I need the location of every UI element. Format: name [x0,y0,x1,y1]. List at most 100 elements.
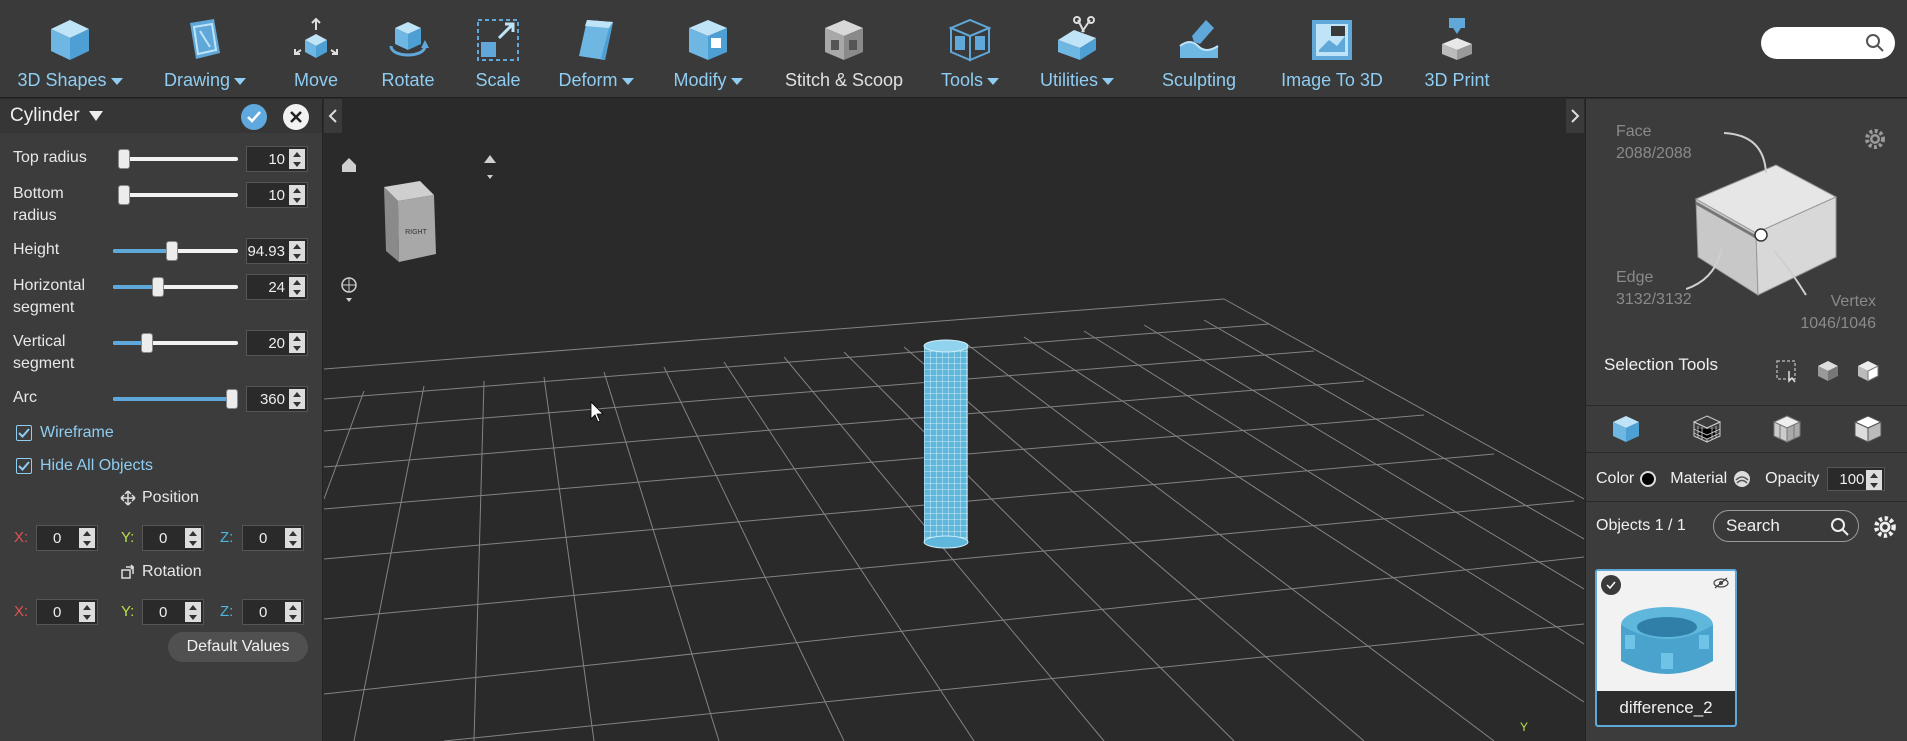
stepper-icon[interactable] [289,241,305,261]
rotation-y-input[interactable]: 0 [142,599,204,625]
position-z-input[interactable]: 0 [242,525,304,551]
slider-handle[interactable] [118,149,130,169]
xray-mode-icon[interactable] [1853,414,1883,444]
param-label: Horizontal segment [13,277,86,316]
stepper-icon[interactable] [79,528,95,548]
stepper-icon[interactable] [285,528,301,548]
bottom-radius-input[interactable]: 10 [246,182,308,208]
toolbar-sculpting-label: Sculpting [1161,70,1237,90]
vertical-segment-slider[interactable] [113,333,238,353]
height-input[interactable]: 94.93 [246,238,308,264]
position-x-input[interactable]: 0 [36,525,98,551]
horizontal-segment-slider[interactable] [113,277,238,297]
grid-canvas[interactable]: RIGHT Y [324,99,1584,741]
search-icon[interactable] [1830,517,1850,537]
home-icon[interactable] [342,158,356,172]
view-cube[interactable]: RIGHT [384,181,436,262]
stepper-icon[interactable] [289,149,305,169]
toolbar-stitch-scoop[interactable]: Stitch & Scoop [766,0,922,97]
search-icon[interactable] [1865,33,1885,53]
stepper-icon[interactable] [1866,470,1883,490]
toolbar-scale[interactable]: Scale [454,0,542,97]
rotation-z-input[interactable]: 0 [242,599,304,625]
hide-all-objects-checkbox[interactable]: Hide All Objects [16,457,153,475]
slider-handle[interactable] [166,241,178,261]
top-radius-slider[interactable] [118,149,238,169]
toolbar-modify[interactable]: Modify [650,0,766,97]
checkbox-icon[interactable] [16,458,32,474]
object-card[interactable]: difference_2 [1595,569,1737,727]
stepper-icon[interactable] [289,333,305,353]
height-slider[interactable] [113,241,238,261]
default-values-button[interactable]: Default Values [168,632,308,662]
toolbar-image-to-3d[interactable]: Image To 3D [1262,0,1402,97]
opacity-input[interactable]: 100 [1827,467,1886,491]
stepper-icon[interactable] [289,185,305,205]
object-select-icon[interactable] [1816,359,1840,383]
position-x-value: 0 [53,529,62,547]
arc-slider[interactable] [113,389,238,409]
object-search-input[interactable]: Search [1713,510,1859,542]
slider-handle[interactable] [118,185,130,205]
chevron-down-icon[interactable] [88,111,103,121]
toolbar-rotate[interactable]: Rotate [362,0,454,97]
stepper-icon[interactable] [185,528,201,548]
top-radius-input[interactable]: 10 [246,146,308,172]
solid-wireframe-mode-icon[interactable] [1772,414,1802,444]
rectangle-select-icon[interactable] [1775,359,1799,383]
param-label: Vertical segment [13,333,75,372]
wireframe-mode-icon[interactable] [1692,414,1722,444]
perspective-icon[interactable] [484,155,496,179]
toolbar-tools[interactable]: Tools [922,0,1018,97]
face-select-icon[interactable] [1856,359,1880,383]
position-y-input[interactable]: 0 [142,525,204,551]
shape-properties-panel: Cylinder Top radius 10 Bottom radius 10 … [0,99,323,741]
wireframe-checkbox[interactable]: Wireframe [16,424,114,442]
checkbox-icon[interactable] [16,425,32,441]
material-sphere-icon[interactable] [1733,470,1751,488]
cylinder-mesh[interactable] [923,339,969,549]
rotation-label: Rotation [142,563,202,580]
toolbar-3d-print[interactable]: 3D Print [1402,0,1512,97]
solid-mode-icon[interactable] [1611,414,1641,444]
confirm-button[interactable] [241,104,267,130]
slider-handle[interactable] [141,333,153,353]
param-value: 94.93 [247,242,285,260]
collapse-left-panel-button[interactable] [324,99,342,133]
collapse-right-panel-button[interactable] [1566,99,1584,133]
toolbar-drawing[interactable]: Drawing [140,0,270,97]
rotation-row: X: 0 Y: 0 Z: 0 [0,599,323,627]
stepper-icon[interactable] [289,389,305,409]
stepper-icon[interactable] [289,277,305,297]
param-label: Top radius [13,149,87,166]
eye-hidden-icon[interactable] [1713,577,1729,589]
color-swatch[interactable] [1640,471,1657,487]
arc-input[interactable]: 360 [246,386,308,412]
slider-handle[interactable] [226,389,238,409]
stepper-icon[interactable] [185,602,201,622]
vertical-segment-input[interactable]: 20 [246,330,308,356]
rotation-x-input[interactable]: 0 [36,599,98,625]
toolbar-utilities[interactable]: Utilities [1018,0,1136,97]
param-value: 20 [268,334,285,352]
settings-gear-button[interactable] [1863,127,1887,156]
horizontal-segment-input[interactable]: 24 [246,274,308,300]
shape-title[interactable]: Cylinder [10,105,80,127]
toolbar-deform[interactable]: Deform [542,0,650,97]
toolbar-move[interactable]: Move [270,0,362,97]
rotation-y-value: 0 [159,603,168,621]
globe-icon[interactable] [341,277,357,302]
y-axis-label: Y [1520,720,1528,734]
stepper-icon[interactable] [285,602,301,622]
slider-handle[interactable] [152,277,164,297]
display-mode-row [1586,405,1907,453]
3d-viewport[interactable]: RIGHT Y [324,99,1584,741]
stepper-icon[interactable] [79,602,95,622]
objects-header: Objects 1 / 1 Search [1586,501,1907,549]
toolbar-sculpting[interactable]: Sculpting [1136,0,1262,97]
object-selected-badge[interactable] [1601,575,1621,595]
toolbar-3d-shapes[interactable]: 3D Shapes [0,0,140,97]
gear-icon[interactable] [1872,514,1898,540]
close-button[interactable] [283,104,309,130]
bottom-radius-slider[interactable] [118,185,238,205]
